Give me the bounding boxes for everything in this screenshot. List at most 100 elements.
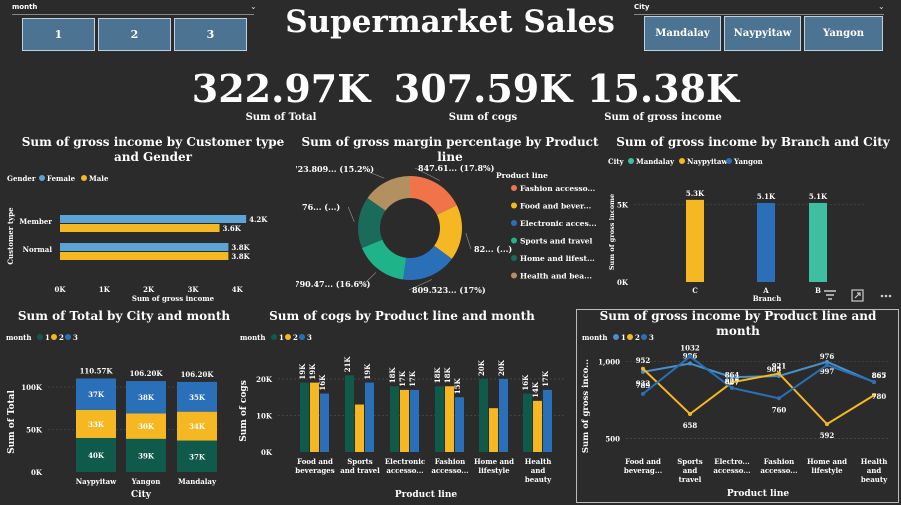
city-mandalay-button[interactable]: Mandalay bbox=[644, 16, 721, 51]
bar bbox=[533, 400, 542, 452]
data-label: 18K bbox=[433, 367, 442, 384]
data-label: 39K bbox=[138, 451, 155, 460]
line-point bbox=[641, 366, 645, 371]
x-tick-label: Health and beauty bbox=[525, 457, 552, 484]
slice-label: 723.809... (15.2%) bbox=[296, 164, 374, 174]
leader-line bbox=[347, 206, 355, 222]
kpi-total-label: Sum of Total bbox=[245, 112, 317, 123]
kpi-total-value: 322.97K bbox=[191, 66, 371, 111]
data-label: 921 bbox=[772, 362, 787, 371]
x-tick-label: Home and lifestyle bbox=[807, 457, 847, 475]
x-tick-label: 2K bbox=[143, 285, 155, 294]
line-point bbox=[641, 391, 645, 396]
legend-label: 3 bbox=[73, 333, 78, 342]
x-tick-label: B bbox=[815, 286, 821, 295]
bar bbox=[543, 389, 552, 452]
data-label: 867 bbox=[872, 371, 887, 380]
legend-marker bbox=[613, 334, 619, 340]
month-2-button[interactable]: 2 bbox=[98, 18, 171, 51]
y-tick-label: 20K bbox=[256, 375, 273, 384]
data-label: 3.8K bbox=[231, 243, 250, 252]
x-tick-label: Home and lifestyle bbox=[474, 457, 514, 475]
x-tick-label: 4K bbox=[232, 285, 244, 294]
chart5-title: Sum of cogs by Product line and month bbox=[269, 309, 535, 323]
data-label: 3.6K bbox=[223, 224, 242, 233]
bar bbox=[410, 389, 419, 452]
chart-gross-income-product-month-line: month1235001,000932986897905997865952658… bbox=[581, 333, 888, 499]
legend-marker bbox=[81, 175, 87, 181]
line-point bbox=[872, 379, 876, 384]
kpi-gross-income-label: Sum of gross income bbox=[604, 112, 722, 123]
data-label: 35K bbox=[189, 393, 206, 402]
legend-label: 2 bbox=[635, 333, 640, 342]
data-label: 19K bbox=[363, 363, 372, 380]
chart4-title: Sum of Total by City and month bbox=[17, 309, 231, 323]
y-tick-label: 0K bbox=[261, 448, 273, 457]
legend-title: Product line bbox=[496, 171, 548, 180]
bar bbox=[390, 386, 399, 452]
x-tick-label: Food and beverag... bbox=[624, 457, 662, 475]
kpi-gross-income-value: 15.38K bbox=[586, 66, 740, 111]
chart-gross-income-customer-gender: Gender Female Male Member 4.2K 3.6K Normal 3.8K… bbox=[6, 174, 268, 303]
y-axis-label: Sum of Total bbox=[7, 390, 17, 454]
x-tick-label: Fashion accesso... bbox=[431, 457, 468, 475]
bar bbox=[479, 378, 488, 452]
data-label: 658 bbox=[683, 421, 698, 430]
bar bbox=[60, 224, 220, 232]
data-label: 4.2K bbox=[249, 215, 268, 224]
y-tick-label: 100K bbox=[21, 383, 43, 392]
bar bbox=[355, 404, 364, 452]
line-point bbox=[825, 363, 829, 368]
chart-cogs-product-month: month 1 2 30K10K20K 19K 19K16KFood and beverag… bbox=[239, 333, 564, 500]
data-label: 952 bbox=[636, 356, 651, 365]
data-label: 760 bbox=[772, 405, 787, 414]
legend-marker bbox=[511, 185, 517, 191]
bar bbox=[60, 252, 229, 260]
x-tick-label: Naypyitaw bbox=[76, 477, 117, 486]
month-3-button[interactable]: 3 bbox=[174, 18, 247, 51]
line-point bbox=[688, 354, 692, 359]
x-tick-label: Electronic accesso... bbox=[385, 457, 425, 475]
city-yangon-button[interactable]: Yangon bbox=[804, 16, 883, 51]
legend-marker bbox=[285, 334, 291, 340]
y-axis-label: Customer type bbox=[6, 207, 15, 265]
total-label: 106.20K bbox=[130, 369, 164, 378]
chevron-down-icon[interactable]: ⌄ bbox=[878, 2, 885, 11]
y-tick-label: 50K bbox=[26, 426, 43, 435]
legend-label: 3 bbox=[307, 333, 312, 342]
x-tick-label: Sports and travel bbox=[677, 457, 703, 484]
legend-label: Mandalay bbox=[636, 157, 675, 166]
line-point bbox=[730, 386, 734, 390]
legend-title: month bbox=[240, 333, 266, 342]
legend-marker bbox=[627, 334, 633, 340]
data-label: 1032 bbox=[680, 343, 700, 352]
data-label: 16K bbox=[318, 374, 327, 391]
total-label: 106.20K bbox=[181, 370, 215, 379]
chevron-down-icon[interactable]: ⌄ bbox=[250, 2, 257, 11]
bar bbox=[489, 408, 498, 452]
legend-marker bbox=[679, 158, 685, 164]
legend-title: City bbox=[608, 157, 624, 166]
slice-label: 790.47... (16.6%) bbox=[296, 279, 371, 289]
legend-marker bbox=[271, 334, 277, 340]
data-label: 19K bbox=[308, 363, 317, 380]
total-label: 110.57K bbox=[80, 367, 114, 376]
x-axis-label: Product line bbox=[727, 489, 790, 499]
line-point bbox=[825, 422, 829, 427]
data-label: 34K bbox=[189, 422, 206, 431]
legend-title: month bbox=[6, 333, 32, 342]
legend-marker bbox=[65, 334, 71, 340]
x-axis-label: Branch bbox=[753, 294, 782, 303]
kpi-cogs-label: Sum of cogs bbox=[448, 112, 518, 123]
y-axis-label: Sum of cogs bbox=[239, 380, 249, 442]
city-naypyitaw-button[interactable]: Naypyitaw bbox=[724, 16, 801, 51]
y-axis-label: Sum of gross income bbox=[608, 194, 616, 270]
legend-marker bbox=[511, 272, 517, 279]
legend-title: Gender bbox=[7, 174, 36, 183]
month-1-button[interactable]: 1 bbox=[22, 18, 95, 51]
x-tick-label: Health and beauty bbox=[861, 457, 888, 484]
legend-label: Yangon bbox=[733, 157, 763, 166]
legend-title: month bbox=[582, 333, 608, 342]
x-axis-label: Sum of gross income bbox=[132, 294, 215, 303]
data-label: 20K bbox=[477, 359, 486, 376]
